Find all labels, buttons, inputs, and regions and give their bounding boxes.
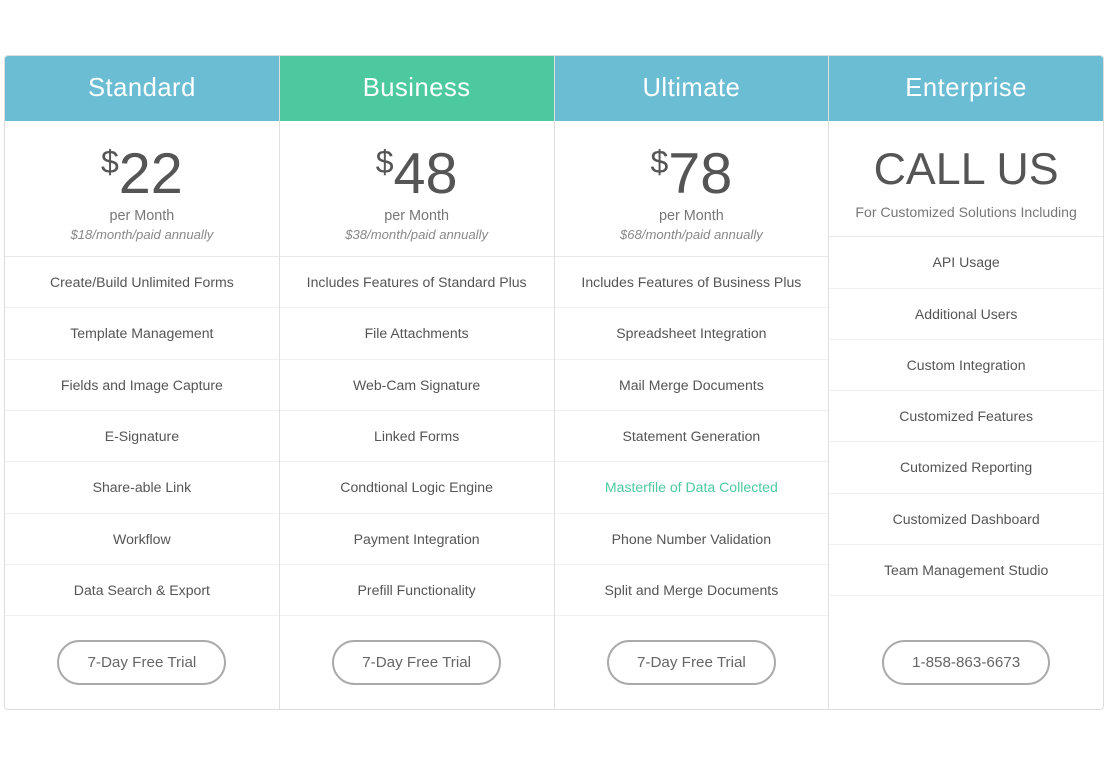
plan-col-business: Business $48 per Month $38/month/paid annua… [280,56,555,709]
cta-button-enterprise[interactable]: 1-858-863-6673 [882,640,1050,685]
feature-item-business-3: Linked Forms [280,411,554,462]
feature-item-business-0: Includes Features of Standard Plus [280,257,554,308]
plan-per-month-standard: per Month [15,208,269,224]
feature-item-ultimate-1: Spreadsheet Integration [555,308,829,359]
feature-item-ultimate-2: Mail Merge Documents [555,360,829,411]
pricing-table: Standard $22 per Month $18/month/paid annua… [4,55,1104,710]
features-list-enterprise: API UsageAdditional UsersCustom Integrat… [829,237,1103,616]
feature-item-business-2: Web-Cam Signature [280,360,554,411]
dollar-sign: $ [376,144,394,180]
plan-price-ultimate: $78 [565,143,819,206]
plan-header-business: Business [280,56,554,121]
feature-item-ultimate-6: Split and Merge Documents [555,565,829,616]
plan-cta-ultimate: 7-Day Free Trial [555,616,829,709]
plan-price-section-enterprise: CALL US For Customized Solutions Includin… [829,121,1103,237]
plan-header-ultimate: Ultimate [555,56,829,121]
feature-item-business-5: Payment Integration [280,514,554,565]
dollar-sign: $ [101,144,119,180]
features-list-standard: Create/Build Unlimited FormsTemplate Man… [5,257,279,616]
feature-item-business-6: Prefill Functionality [280,565,554,616]
cta-button-standard[interactable]: 7-Day Free Trial [57,640,226,685]
feature-item-enterprise-2: Custom Integration [829,340,1103,391]
feature-item-standard-4: Share-able Link [5,462,279,513]
feature-item-ultimate-3: Statement Generation [555,411,829,462]
plan-cta-enterprise: 1-858-863-6673 [829,616,1103,709]
plan-header-standard: Standard [5,56,279,121]
cta-button-business[interactable]: 7-Day Free Trial [332,640,501,685]
cta-button-ultimate[interactable]: 7-Day Free Trial [607,640,776,685]
plan-price-callus: CALL US [839,143,1093,197]
plan-annual-standard: $18/month/paid annually [15,227,269,242]
feature-item-enterprise-1: Additional Users [829,289,1103,340]
plan-col-enterprise: Enterprise CALL US For Customized Solution… [829,56,1103,709]
plan-per-month-business: per Month [290,208,544,224]
plan-per-month-ultimate: per Month [565,208,819,224]
plan-cta-standard: 7-Day Free Trial [5,616,279,709]
feature-item-ultimate-0: Includes Features of Business Plus [555,257,829,308]
feature-item-ultimate-4: Masterfile of Data Collected [555,462,829,513]
plan-for-customized: For Customized Solutions Including [839,203,1093,223]
plan-price-section-business: $48 per Month $38/month/paid annually [280,121,554,257]
plan-annual-ultimate: $68/month/paid annually [565,227,819,242]
feature-item-ultimate-5: Phone Number Validation [555,514,829,565]
plan-annual-business: $38/month/paid annually [290,227,544,242]
plan-col-standard: Standard $22 per Month $18/month/paid annua… [5,56,280,709]
plan-price-section-standard: $22 per Month $18/month/paid annually [5,121,279,257]
plan-price-section-ultimate: $78 per Month $68/month/paid annually [555,121,829,257]
feature-item-standard-6: Data Search & Export [5,565,279,616]
dollar-sign: $ [650,144,668,180]
feature-item-standard-5: Workflow [5,514,279,565]
feature-item-standard-2: Fields and Image Capture [5,360,279,411]
feature-item-standard-0: Create/Build Unlimited Forms [5,257,279,308]
plan-price-business: $48 [290,143,544,206]
features-list-business: Includes Features of Standard PlusFile A… [280,257,554,616]
plan-cta-business: 7-Day Free Trial [280,616,554,709]
feature-item-enterprise-5: Customized Dashboard [829,494,1103,545]
plan-header-enterprise: Enterprise [829,56,1103,121]
feature-item-standard-3: E-Signature [5,411,279,462]
features-list-ultimate: Includes Features of Business PlusSpread… [555,257,829,616]
plan-price-standard: $22 [15,143,269,206]
feature-item-enterprise-0: API Usage [829,237,1103,288]
feature-item-enterprise-3: Customized Features [829,391,1103,442]
plan-col-ultimate: Ultimate $78 per Month $68/month/paid annua… [555,56,830,709]
feature-item-standard-1: Template Management [5,308,279,359]
feature-item-enterprise-4: Cutomized Reporting [829,442,1103,493]
feature-item-business-1: File Attachments [280,308,554,359]
feature-item-business-4: Condtional Logic Engine [280,462,554,513]
feature-item-enterprise-6: Team Management Studio [829,545,1103,596]
